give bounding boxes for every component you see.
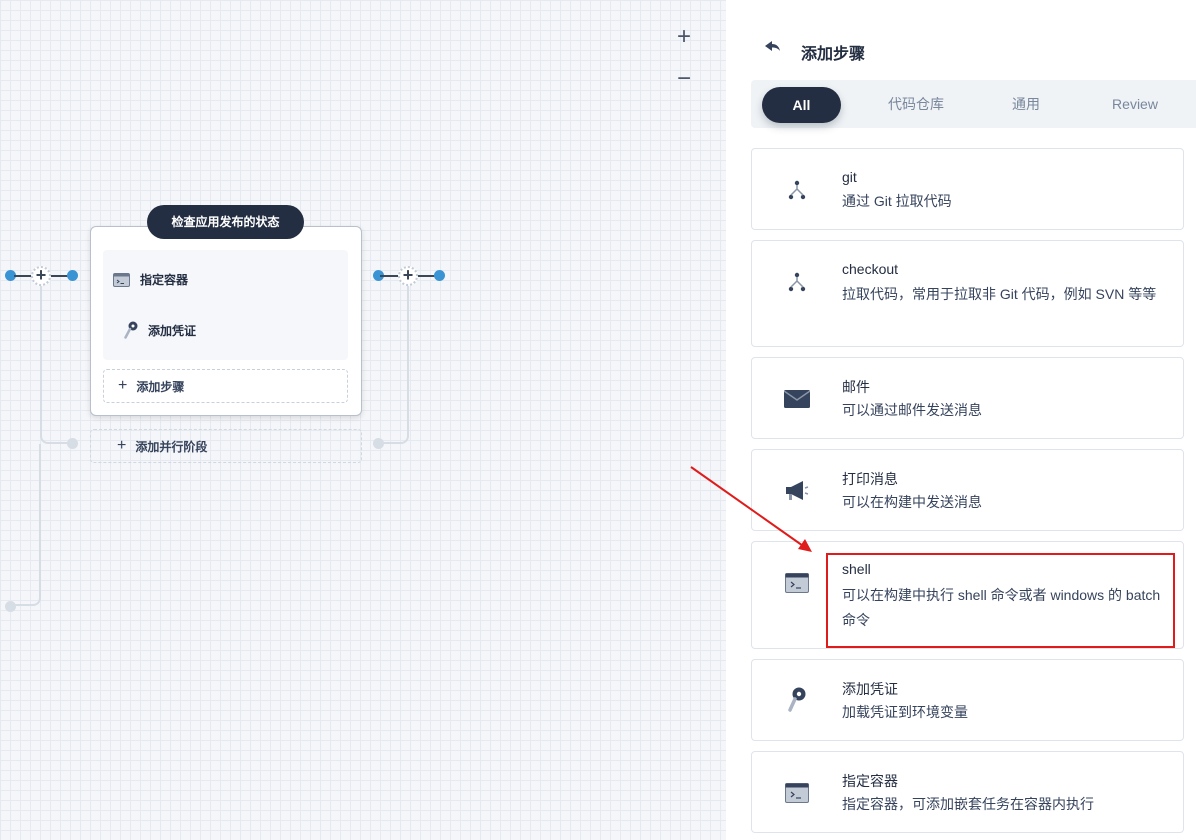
card-name: 邮件 [842, 379, 870, 395]
card-name: 打印消息 [842, 471, 898, 487]
add-parallel-label: 添加并行阶段 [135, 439, 208, 454]
parallel-dot [5, 601, 16, 612]
terminal-icon [113, 272, 130, 287]
mail-icon [784, 386, 810, 412]
add-parallel-stage-button[interactable]: + 添加并行阶段 [90, 429, 362, 463]
key-icon [784, 687, 810, 713]
step-card-shell[interactable]: shell 可以在构建中执行 shell 命令或者 windows 的 batc… [751, 541, 1184, 649]
card-name: git [842, 169, 857, 185]
connector-dot [67, 270, 78, 281]
stage-steps-container [103, 250, 348, 360]
git-branch-icon [784, 177, 810, 203]
add-stage-node[interactable]: + [31, 266, 51, 286]
tab-all[interactable]: All [762, 87, 841, 123]
step-card-specify-container[interactable]: 指定容器 指定容器，可添加嵌套任务在容器内执行 [751, 751, 1184, 833]
tab-review[interactable]: Review [1095, 80, 1175, 128]
parallel-branch-line [40, 286, 70, 444]
card-name: checkout [842, 261, 899, 277]
card-desc: 可以在构建中发送消息 [842, 494, 982, 510]
add-stage-node[interactable]: + [398, 266, 418, 286]
card-name: 指定容器 [842, 773, 898, 789]
zoom-out-button[interactable]: − [672, 67, 696, 92]
stage-step-credential[interactable]: 添加凭证 [124, 321, 196, 339]
back-arrow-icon[interactable] [764, 40, 782, 56]
card-desc: 可以通过邮件发送消息 [842, 402, 982, 418]
card-desc: 加载凭证到环境变量 [842, 704, 968, 720]
megaphone-icon [784, 478, 810, 504]
stage-step-label: 添加凭证 [148, 323, 197, 338]
plus-icon: + [118, 377, 128, 394]
key-icon [124, 321, 138, 339]
category-tabs: All 代码仓库 通用 Review [751, 80, 1196, 128]
step-card-checkout[interactable]: checkout 拉取代码，常用于拉取非 Git 代码，例如 SVN 等等 [751, 240, 1184, 347]
card-desc: 拉取代码，常用于拉取非 Git 代码，例如 SVN 等等 [842, 286, 1157, 302]
stage-title[interactable]: 检查应用发布的状态 [147, 205, 304, 239]
step-card-add-credential[interactable]: 添加凭证 加载凭证到环境变量 [751, 659, 1184, 741]
card-name: 添加凭证 [842, 681, 898, 697]
card-desc: 可以在构建中执行 shell 命令或者 windows 的 batch 命令 [842, 587, 1161, 628]
stage-step-container[interactable]: 指定容器 [113, 271, 188, 288]
plus-icon: + [117, 437, 127, 454]
terminal-icon [784, 570, 810, 596]
step-card-mail[interactable]: 邮件 可以通过邮件发送消息 [751, 357, 1184, 439]
stage-step-label: 指定容器 [140, 273, 189, 287]
zoom-in-button[interactable]: + [672, 25, 696, 50]
card-desc: 通过 Git 拉取代码 [842, 193, 952, 209]
panel-title: 添加步骤 [801, 46, 866, 63]
step-card-git[interactable]: git 通过 Git 拉取代码 [751, 148, 1184, 230]
step-card-print-message[interactable]: 打印消息 可以在构建中发送消息 [751, 449, 1184, 531]
connector-dot [434, 270, 445, 281]
tab-general[interactable]: 通用 [996, 80, 1056, 128]
pipeline-canvas[interactable]: + − + + 检查应用发布的状态 指定容器 添加凭证 + 添加步骤 + 添加并… [0, 0, 726, 840]
card-name: shell [842, 561, 871, 577]
add-step-button[interactable]: + 添加步骤 [103, 369, 348, 403]
terminal-icon [784, 780, 810, 806]
add-step-label: 添加步骤 [136, 379, 185, 394]
card-desc: 指定容器，可添加嵌套任务在容器内执行 [842, 796, 1094, 812]
tab-code-repo[interactable]: 代码仓库 [861, 80, 971, 128]
parallel-dot [373, 438, 384, 449]
parallel-branch-line [8, 444, 41, 606]
parallel-branch-line [378, 286, 409, 444]
git-branch-icon [784, 269, 810, 295]
add-step-panel: 添加步骤 All 代码仓库 通用 Review git 通过 Git 拉取代码 … [726, 0, 1196, 840]
parallel-dot [67, 438, 78, 449]
